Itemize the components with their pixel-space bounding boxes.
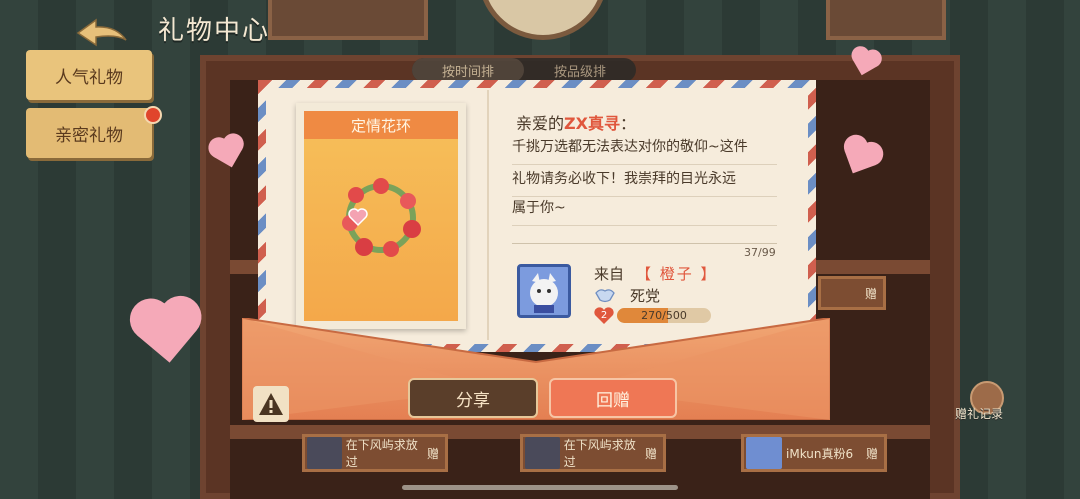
- gift-record-label[interactable]: 赠礼记录: [955, 405, 1003, 422]
- char-counter: 37/99: [744, 246, 776, 259]
- plaque-suffix: 赠: [864, 286, 877, 301]
- home-indicator: [402, 485, 678, 490]
- message-line: 属于你~: [512, 193, 777, 226]
- letter-divider: [487, 90, 489, 340]
- tab-label: 亲密礼物: [55, 125, 123, 146]
- plaque-text: iMkun真粉6: [786, 446, 854, 461]
- sort-tabs: 按时间排 按品级排: [412, 58, 636, 82]
- report-button[interactable]: [253, 386, 289, 422]
- flower-wreath-icon: [342, 178, 421, 257]
- avatar: [746, 437, 782, 469]
- letter-greeting: 亲爱的ZX真寻：: [516, 110, 636, 134]
- tab-intimate-gifts[interactable]: 亲密礼物: [26, 108, 152, 158]
- relation-label: 死党: [630, 287, 661, 305]
- share-button[interactable]: 分享: [408, 378, 538, 418]
- plaque-suffix: 赠: [426, 446, 439, 461]
- shelf-gift-plaque[interactable]: 在下风屿求放过 赠: [302, 434, 448, 472]
- page-title: 礼物中心: [158, 16, 271, 46]
- tab-sort-by-time[interactable]: 按时间排: [412, 58, 524, 82]
- avatar: [525, 437, 560, 469]
- from-label: 来自: [594, 265, 625, 283]
- handshake-icon: [595, 289, 615, 303]
- warning-icon: [259, 393, 283, 415]
- tab-popular-gifts[interactable]: 人气礼物: [26, 50, 152, 100]
- plaque-text: 在下风屿求放过: [563, 438, 636, 469]
- recipient-name: ZX真寻: [564, 114, 620, 133]
- message-line: 千挑万选都无法表达对你的敬仰~这件: [512, 132, 777, 165]
- shelf-gift-plaque[interactable]: iMkun真粉6 赠: [741, 434, 887, 472]
- sender-name: 【 橙子 】: [636, 265, 718, 283]
- notification-dot: [144, 106, 162, 124]
- greeting-prefix: 亲爱的: [516, 114, 565, 133]
- gift-name: 定情花环: [304, 111, 458, 139]
- cat-avatar-icon: [520, 267, 568, 315]
- tab-label: 人气礼物: [55, 67, 123, 88]
- picture-frame-left: [268, 0, 428, 40]
- shelf-gift-plaque[interactable]: 赠: [818, 276, 886, 310]
- shelf-gift-plaque[interactable]: 在下风屿求放过 赠: [520, 434, 666, 472]
- plaque-suffix: 赠: [865, 446, 878, 461]
- tab-sort-by-grade[interactable]: 按品级排: [524, 58, 636, 82]
- gift-card-face: 定情花环: [304, 111, 458, 321]
- back-arrow-icon[interactable]: [76, 18, 128, 48]
- greeting-suffix: ：: [619, 114, 636, 133]
- plaque-suffix: 赠: [644, 446, 657, 461]
- sender-avatar[interactable]: [517, 264, 571, 318]
- gift-card: 定情花环: [296, 103, 466, 329]
- plaque-text: 在下风屿求放过: [345, 438, 418, 469]
- reply-gift-button[interactable]: 回赠: [549, 378, 677, 418]
- avatar: [307, 437, 342, 469]
- picture-frame-right: [826, 0, 946, 40]
- message-separator: [512, 243, 777, 244]
